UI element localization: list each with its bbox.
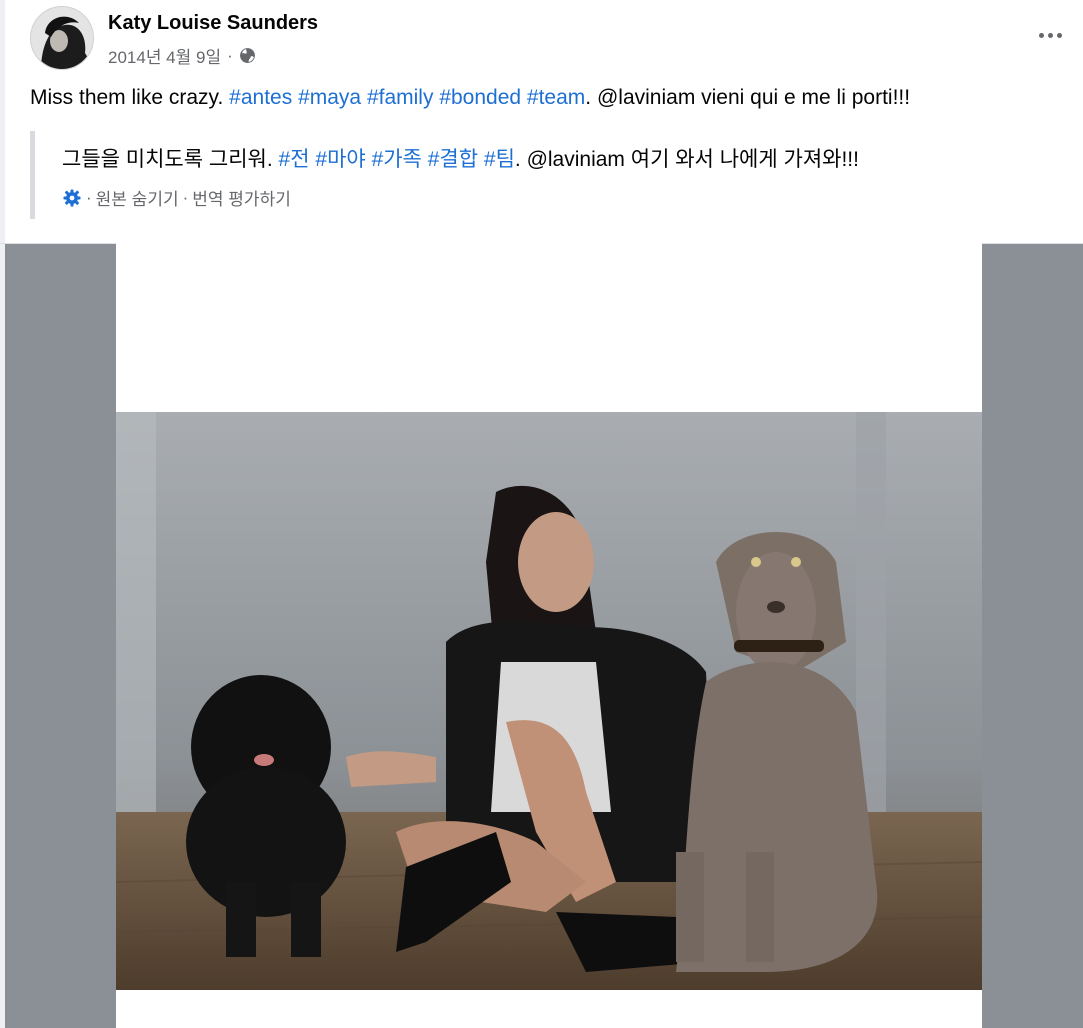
hide-original-link[interactable]: 원본 숨기기 [96, 185, 179, 210]
hashtag-family[interactable]: #family [367, 86, 434, 109]
action-separator: · [182, 187, 189, 207]
media-edge [0, 243, 5, 1028]
translated-text: 그들을 미치도록 그리워. #전 #마야 #가족 #결합 #팀. @lavini… [62, 143, 859, 173]
hashtag-translated-3[interactable]: #가족 [372, 148, 422, 171]
message-text: Miss them like crazy. [30, 86, 224, 109]
meta-separator: · [227, 45, 233, 65]
hashtag-translated-4[interactable]: #결합 [428, 148, 478, 171]
action-separator: · [86, 187, 92, 207]
post-photo[interactable] [116, 412, 982, 990]
hashtag-maya[interactable]: #maya [298, 86, 361, 109]
translated-text-start: 그들을 미치도록 그리워. [62, 148, 273, 171]
hashtag-bonded[interactable]: #bonded [439, 86, 521, 109]
more-horizontal-icon [1038, 32, 1044, 38]
post-message: Miss them like crazy. #antes #maya #fami… [30, 86, 910, 110]
card-edge [0, 0, 5, 244]
post-meta: 2014년 4월 9일 · [108, 43, 256, 68]
hashtag-translated-5[interactable]: #팀 [484, 148, 515, 171]
author-name[interactable]: Katy Louise Saunders [108, 12, 318, 35]
globe-icon[interactable] [239, 47, 256, 64]
hashtag-translated-2[interactable]: #마야 [315, 148, 365, 171]
more-dot [1047, 32, 1053, 38]
post-card: Katy Louise Saunders 2014년 4월 9일 · Miss … [0, 0, 1083, 1028]
more-options-button[interactable] [1030, 20, 1070, 50]
gear-icon[interactable] [62, 188, 82, 208]
hashtag-translated-1[interactable]: #전 [279, 148, 310, 171]
translation-block: 그들을 미치도록 그리워. #전 #마야 #가족 #결합 #팀. @lavini… [30, 131, 1060, 219]
more-dot [1056, 32, 1062, 38]
rate-translation-link[interactable]: 번역 평가하기 [192, 185, 291, 210]
post-header: Katy Louise Saunders 2014년 4월 9일 · [30, 6, 1070, 72]
translated-text-end: . @laviniam 여기 와서 나에게 가져와!!! [514, 148, 859, 171]
message-text-end: . @laviniam vieni qui e me li porti!!! [585, 86, 911, 109]
translation-actions: · 원본 숨기기 · 번역 평가하기 [62, 185, 291, 210]
hashtag-antes[interactable]: #antes [229, 86, 292, 109]
hashtag-team[interactable]: #team [527, 86, 585, 109]
post-date[interactable]: 2014년 4월 9일 [108, 43, 221, 68]
author-avatar[interactable] [30, 6, 94, 70]
